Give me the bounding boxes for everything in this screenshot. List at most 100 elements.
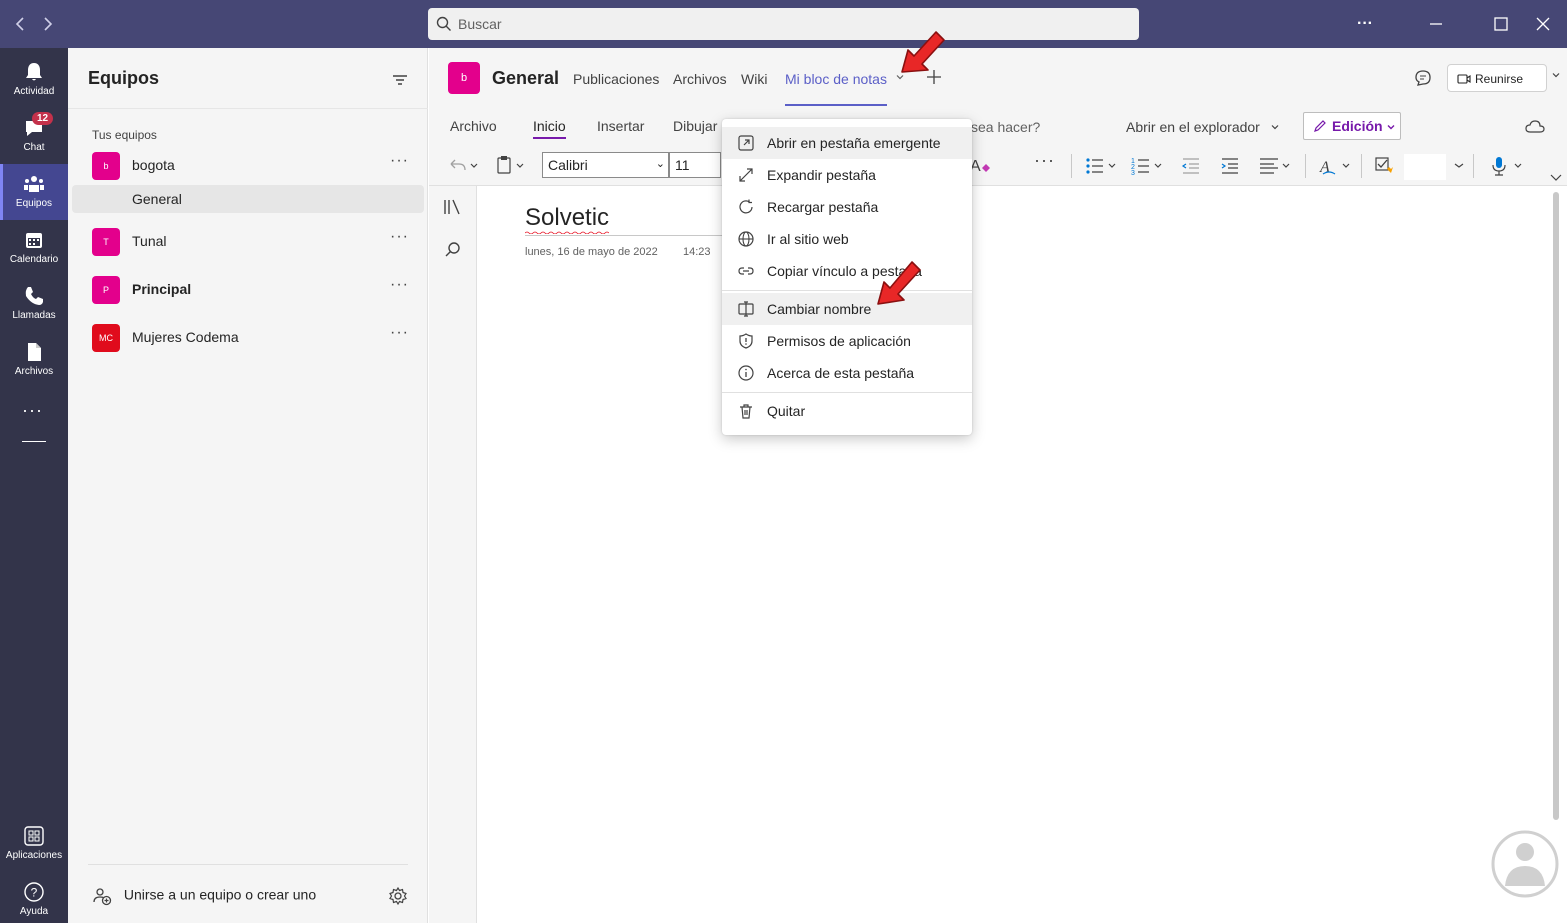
tell-me-input[interactable]: sea hacer? [971, 119, 1040, 135]
more-icon[interactable]: ··· [390, 276, 409, 294]
menu-item-reload-tab[interactable]: Recargar pestaña [722, 191, 972, 223]
divider [88, 864, 408, 865]
rail-item-teams[interactable]: Equipos [0, 164, 68, 220]
minimize-icon[interactable] [1424, 12, 1448, 36]
more-icon[interactable]: ··· [390, 324, 409, 342]
rename-icon [738, 301, 754, 317]
more-icon[interactable]: ··· [390, 152, 409, 170]
menu-item-expand-tab[interactable]: Expandir pestaña [722, 159, 972, 191]
decrease-indent-icon[interactable] [1179, 154, 1203, 178]
team-item-bogota[interactable]: b bogota ··· [72, 146, 424, 186]
dictate-icon[interactable] [1489, 154, 1525, 178]
cloud-sync-icon[interactable] [1525, 118, 1545, 136]
shield-icon [739, 333, 753, 349]
tags-dropdown[interactable] [1404, 154, 1446, 180]
tag-icon[interactable] [1373, 154, 1403, 178]
page-title[interactable]: Solvetic [525, 204, 609, 232]
conversation-icon[interactable] [1413, 68, 1433, 88]
paste-icon[interactable] [495, 154, 531, 178]
edit-mode-button[interactable]: Edición [1303, 112, 1401, 140]
more-icon[interactable]: ··· [390, 228, 409, 246]
divider [1361, 154, 1362, 178]
team-item-tunal[interactable]: T Tunal ··· [72, 222, 424, 262]
gear-icon[interactable] [388, 886, 408, 906]
annotation-arrow-icon [877, 261, 921, 305]
menu-item-rename[interactable]: Cambiar nombre [722, 293, 972, 325]
undo-icon[interactable] [445, 154, 485, 178]
search-icon [436, 16, 451, 31]
chevron-down-icon [1271, 125, 1279, 130]
rail-item-activity[interactable]: Actividad [0, 52, 68, 108]
teams-panel: Equipos Tus equipos b bogota ··· General… [68, 48, 428, 923]
ribbon-tab-inicio[interactable]: Inicio [533, 118, 566, 139]
info-icon [738, 365, 754, 381]
ribbon-tab-dibujar[interactable]: Dibujar [673, 118, 717, 134]
menu-item-go-website[interactable]: Ir al sitio web [722, 223, 972, 255]
tab-wiki[interactable]: Wiki [741, 71, 767, 87]
team-name: bogota [132, 157, 175, 173]
channel-name: General [132, 191, 182, 207]
rail-item-calendar[interactable]: Calendario [0, 220, 68, 276]
tab-publicaciones[interactable]: Publicaciones [573, 71, 659, 87]
expand-icon [739, 168, 753, 182]
maximize-icon[interactable] [1489, 12, 1513, 36]
notebooks-icon[interactable] [443, 198, 463, 216]
increase-indent-icon[interactable] [1218, 154, 1242, 178]
menu-item-remove[interactable]: Quitar [722, 395, 972, 427]
styles-icon[interactable]: A [1317, 154, 1353, 178]
more-options-icon[interactable]: ··· [1353, 12, 1377, 36]
globe-icon [738, 231, 754, 247]
close-icon[interactable] [1531, 12, 1555, 36]
menu-item-copy-link[interactable]: Copiar vínculo a pestaña [722, 255, 972, 287]
search-input[interactable]: Buscar [428, 8, 1139, 40]
channel-item-general[interactable]: General [72, 185, 424, 213]
menu-item-about-tab[interactable]: Acerca de esta pestaña [722, 357, 972, 389]
font-size-select[interactable]: 11 [669, 152, 721, 178]
open-in-browser-button[interactable]: Abrir en el explorador [1126, 119, 1280, 135]
menu-item-app-permissions[interactable]: Permisos de aplicación [722, 325, 972, 357]
rail-more-icon[interactable]: ··· [22, 400, 43, 421]
chevron-down-icon[interactable] [1551, 70, 1561, 83]
rail-item-calls[interactable]: Llamadas [0, 276, 68, 332]
team-item-principal[interactable]: P Principal ··· [72, 270, 424, 310]
rail-item-chat[interactable]: 12 Chat [0, 108, 68, 164]
menu-label: Ir al sitio web [767, 231, 849, 247]
edit-label: Edición [1332, 118, 1383, 134]
chevron-down-icon[interactable] [1453, 154, 1465, 178]
rail-divider [22, 441, 46, 442]
chevron-down-icon[interactable] [1548, 166, 1564, 190]
onenote-ribbon: Archivo Inicio Insertar Dibujar sea hace… [429, 110, 1567, 186]
menu-label: Expandir pestaña [767, 167, 876, 183]
meet-button[interactable]: Reunirse [1447, 64, 1547, 92]
rail-item-files[interactable]: Archivos [0, 332, 68, 388]
filter-icon[interactable] [390, 70, 410, 90]
menu-label: Recargar pestaña [767, 199, 879, 215]
divider [68, 108, 428, 109]
team-item-mujeres-codema[interactable]: MC Mujeres Codema ··· [72, 318, 424, 358]
help-icon: ? [24, 882, 44, 902]
numbering-icon[interactable]: 123 [1129, 154, 1165, 178]
ribbon-tab-insertar[interactable]: Insertar [597, 118, 644, 134]
bullets-icon[interactable] [1083, 154, 1119, 178]
scrollbar[interactable] [1553, 192, 1559, 820]
rail-item-apps[interactable]: Aplicaciones [0, 816, 68, 872]
font-family-select[interactable]: Calibri ⌄ [542, 152, 669, 178]
section-label: Tus equipos [92, 128, 157, 142]
back-icon[interactable] [8, 12, 32, 36]
join-team-button[interactable]: Unirse a un equipo o crear uno [92, 886, 316, 906]
rail-item-help[interactable]: ? Ayuda [0, 872, 68, 923]
divider [1071, 154, 1072, 178]
teams-icon [24, 176, 44, 192]
align-icon[interactable] [1257, 154, 1293, 178]
refresh-icon [739, 199, 753, 214]
search-icon[interactable] [443, 240, 463, 260]
ribbon-tab-archivo[interactable]: Archivo [450, 118, 497, 134]
team-avatar: T [92, 228, 120, 256]
menu-item-open-popout[interactable]: Abrir en pestaña emergente [722, 127, 972, 159]
more-format-icon[interactable]: ··· [1034, 150, 1055, 174]
team-avatar: b [92, 152, 120, 180]
tab-archivos[interactable]: Archivos [673, 71, 727, 87]
forward-icon[interactable] [36, 12, 60, 36]
tab-mi-bloc-de-notas[interactable]: Mi bloc de notas [785, 71, 887, 106]
menu-label: Cambiar nombre [767, 301, 872, 317]
